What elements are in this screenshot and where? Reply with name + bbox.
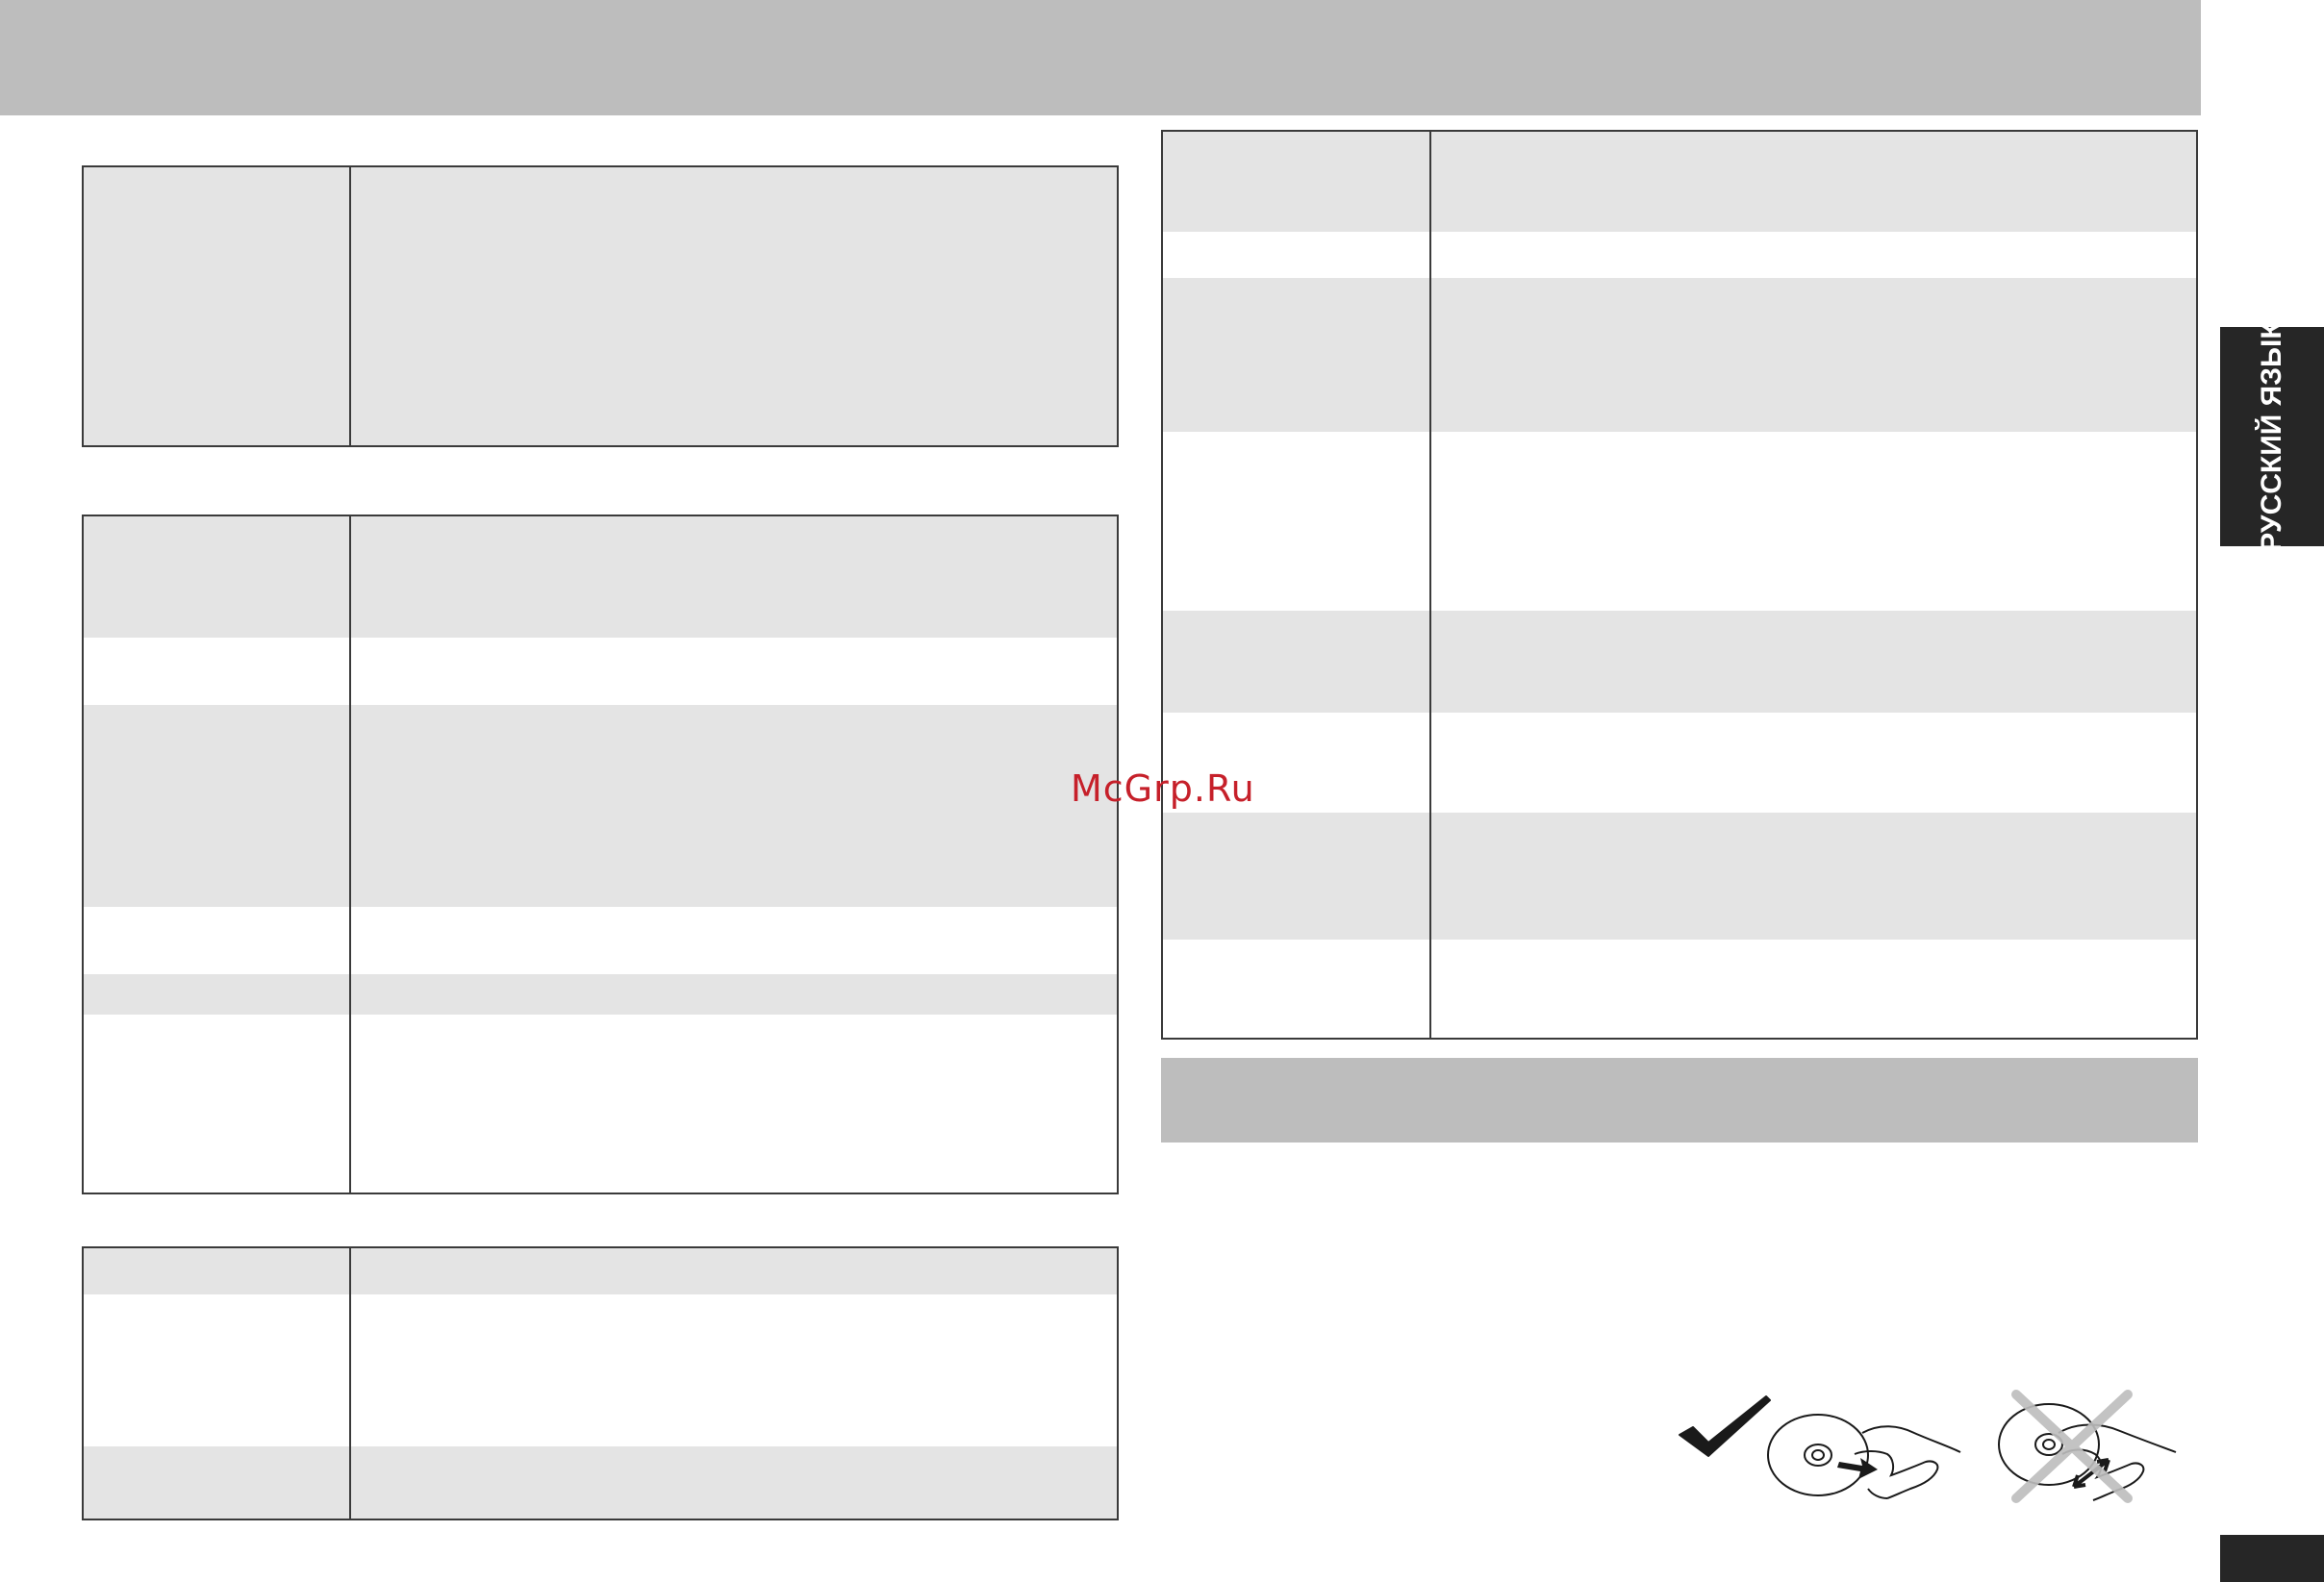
table-row — [84, 1446, 1117, 1519]
column-divider — [349, 1248, 351, 1519]
watermark: McGrp.Ru — [1071, 767, 1255, 810]
table-3 — [82, 1246, 1119, 1520]
table-2 — [82, 515, 1119, 1194]
table-row — [1163, 713, 2196, 813]
column-divider — [349, 167, 351, 445]
table-row — [84, 1294, 1117, 1446]
table-1 — [82, 165, 1119, 447]
correct-handling — [1679, 1395, 1961, 1499]
column-divider — [1429, 132, 1431, 1038]
table-row — [1163, 132, 2196, 232]
checkmark-icon — [1679, 1395, 1771, 1457]
disc-handling-illustration — [1679, 1390, 2177, 1503]
table-row — [1163, 232, 2196, 278]
column-divider — [349, 516, 351, 1193]
table-row — [84, 705, 1117, 907]
table-row — [84, 1015, 1117, 1193]
disc-icon — [1767, 1414, 1869, 1496]
language-tab-label: РУССКИЙ ЯЗЫК — [2256, 321, 2287, 552]
section-band — [1161, 1058, 2198, 1143]
table-row — [84, 516, 1117, 638]
language-tab: РУССКИЙ ЯЗЫК — [2220, 321, 2324, 552]
incorrect-handling — [1998, 1390, 2177, 1503]
hand-icon — [1854, 1425, 1961, 1499]
table-row — [1163, 611, 2196, 713]
cross-icon — [2011, 1390, 2133, 1503]
page-number-tab — [2220, 1535, 2324, 1582]
table-row — [84, 1248, 1117, 1294]
table-row — [1163, 432, 2196, 611]
table-row — [84, 638, 1117, 705]
table-4 — [1161, 130, 2198, 1040]
table-row — [84, 974, 1117, 1015]
table-row — [84, 167, 1117, 445]
table-row — [1163, 278, 2196, 432]
header-band — [0, 0, 2201, 115]
table-row — [84, 907, 1117, 974]
table-row — [1163, 813, 2196, 940]
arrow-icon — [1837, 1458, 1878, 1479]
table-row — [1163, 940, 2196, 1038]
